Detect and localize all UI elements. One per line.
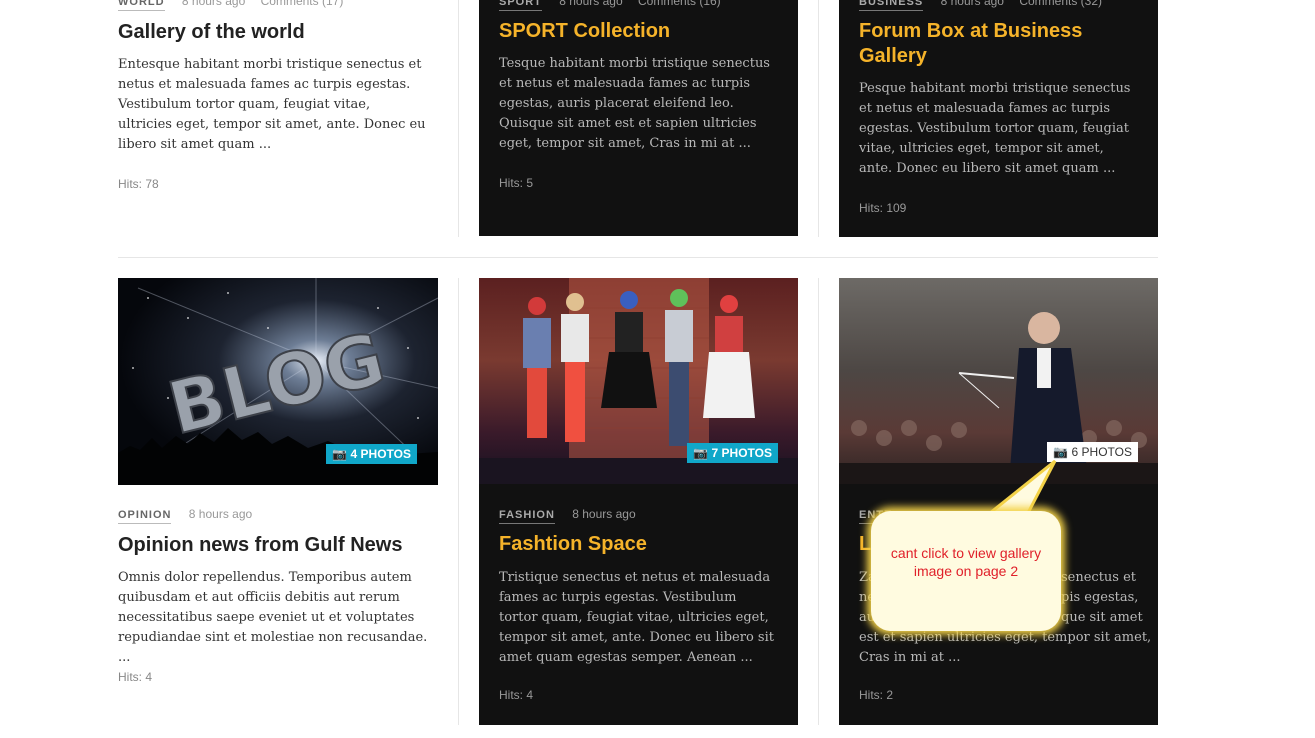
article-meta: FASHION 8 hours ago — [499, 507, 636, 524]
excerpt-line: est et sapien ultricies eget, tempor sit… — [859, 630, 1152, 645]
comments-link[interactable]: Comments (32) — [1019, 0, 1102, 8]
gallery-image-conductor[interactable]: 📷 6 PHOTOS — [839, 278, 1158, 484]
article-title[interactable]: Gallery of the world — [118, 20, 438, 45]
photo-count-badge[interactable]: 📷 4 PHOTOS — [326, 444, 417, 464]
hits-count: Hits: 78 — [118, 177, 159, 191]
article-meta: BUSINESS 8 hours ago Comments (32) — [859, 0, 1102, 11]
excerpt-line: Cras in mi at ... — [859, 650, 961, 665]
column-divider — [458, 0, 459, 237]
column-divider — [818, 278, 819, 725]
article-card-business: BUSINESS 8 hours ago Comments (32) Forum… — [839, 0, 1158, 237]
article-excerpt: Tristique senectus et netus et malesuada… — [499, 570, 774, 665]
gallery-image-fashion[interactable]: 📷 7 PHOTOS — [479, 278, 798, 484]
excerpt-line: senectus et — [1061, 570, 1137, 585]
excerpt-line: que sit amet — [1061, 610, 1143, 625]
comments-link[interactable]: Comments (16) — [638, 0, 721, 8]
column-divider — [458, 278, 459, 725]
article-time: 8 hours ago — [572, 507, 636, 521]
article-card-world: WORLD 8 hours ago Comments (17) Gallery … — [118, 0, 438, 237]
camera-icon: 📷 — [332, 447, 348, 461]
excerpt-line: pis egestas, — [1061, 590, 1139, 605]
article-card-fashion: 📷 7 PHOTOS FASHION 8 hours ago Fashtion … — [479, 278, 798, 725]
row-divider — [118, 257, 1158, 258]
article-card-sport: SPORT 8 hours ago Comments (16) SPORT Co… — [479, 0, 798, 236]
article-time: 8 hours ago — [181, 0, 246, 8]
hits-count: Hits: 4 — [118, 670, 153, 684]
article-title[interactable]: Fashtion Space — [499, 532, 789, 557]
hits-count: Hits: 5 — [499, 176, 534, 190]
column-divider — [818, 0, 819, 237]
article-excerpt: Entesque habitant morbi tristique senect… — [118, 57, 426, 152]
photo-count-badge[interactable]: 📷 6 PHOTOS — [1047, 442, 1138, 462]
article-title[interactable]: SPORT Collection — [499, 19, 789, 44]
article-time: 8 hours ago — [188, 507, 253, 521]
hits-count: Hits: 4 — [499, 688, 534, 702]
category-link[interactable]: FASHION — [499, 509, 555, 524]
gallery-image-blog[interactable]: BLOG 📷 4 PHOTOS — [118, 278, 438, 485]
photo-count-badge[interactable]: 📷 7 PHOTOS — [687, 443, 778, 463]
article-card-opinion: BLOG 📷 4 PHOTOS OPINION 8 hours ago Opin… — [118, 278, 438, 725]
hits-count: Hits: 2 — [859, 688, 894, 702]
callout-pointer — [985, 459, 1057, 515]
comments-link[interactable]: Comments (17) — [261, 0, 344, 8]
article-meta: OPINION 8 hours ago — [118, 507, 253, 524]
article-meta: WORLD 8 hours ago Comments (17) — [118, 0, 344, 11]
article-excerpt: Tesque habitant morbi tristique senectus… — [499, 56, 770, 151]
camera-icon: 📷 — [693, 446, 709, 460]
category-link[interactable]: BUSINESS — [859, 0, 924, 11]
article-excerpt: Omnis dolor repellendus. Temporibus aute… — [118, 570, 428, 665]
article-title[interactable]: Opinion news from Gulf News — [118, 533, 438, 558]
annotation-text: cant click to view gallery image on page… — [890, 545, 1042, 579]
article-excerpt: Pesque habitant morbi tristique senectus… — [859, 81, 1131, 176]
hits-count: Hits: 109 — [859, 201, 907, 215]
article-time: 8 hours ago — [940, 0, 1004, 8]
article-meta: SPORT 8 hours ago Comments (16) — [499, 0, 721, 11]
category-link[interactable]: SPORT — [499, 0, 542, 11]
article-title[interactable]: Forum Box at Business Gallery — [859, 19, 1109, 69]
category-link[interactable]: OPINION — [118, 509, 172, 524]
svg-text:BLOG: BLOG — [160, 316, 392, 450]
category-link[interactable]: WORLD — [118, 0, 165, 11]
article-time: 8 hours ago — [559, 0, 623, 8]
annotation-callout: cant click to view gallery image on page… — [871, 511, 1061, 631]
